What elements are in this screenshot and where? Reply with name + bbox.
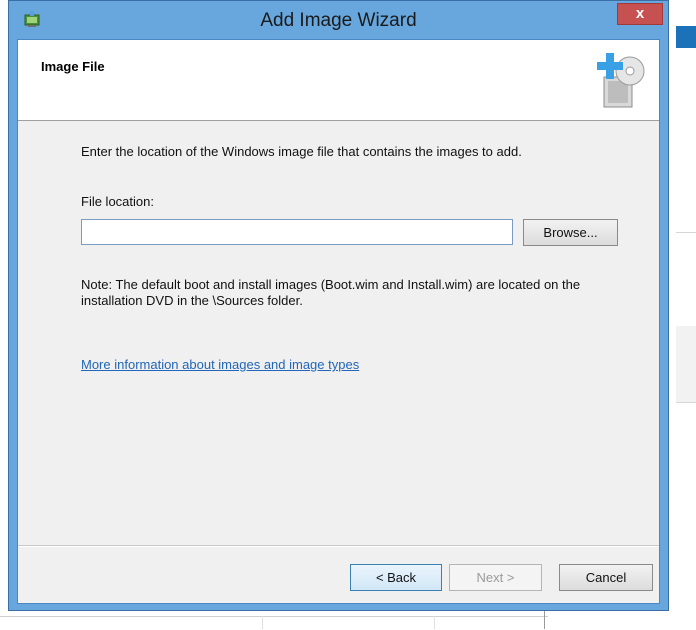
background-taskbar-area [0,616,548,630]
add-image-wizard-dialog: Add Image Wizard x Image File Enter the … [8,0,669,611]
add-image-disc-icon [597,53,645,108]
footer-divider [18,545,659,547]
next-button[interactable]: Next > [449,564,542,591]
background-panel [676,326,696,403]
title-bar[interactable]: Add Image Wizard x [9,1,668,39]
wizard-client-area: Image File Enter the location of the Win… [17,39,660,604]
background-window-accent [676,26,696,48]
close-button[interactable]: x [617,3,663,25]
wizard-header: Image File [18,40,659,121]
window-title: Add Image Wizard [260,10,417,31]
page-title: Image File [41,59,105,74]
note-text: Note: The default boot and install image… [81,277,581,308]
background-divider [434,616,435,629]
browse-button[interactable]: Browse... [523,219,618,246]
cancel-button[interactable]: Cancel [559,564,653,591]
instructions-text: Enter the location of the Windows image … [81,144,522,159]
file-location-input[interactable] [81,219,513,245]
file-location-label: File location: [81,194,154,209]
more-info-link[interactable]: More information about images and image … [81,357,359,372]
background-divider [262,616,263,629]
back-button[interactable]: < Back [350,564,442,591]
background-divider [676,232,696,233]
